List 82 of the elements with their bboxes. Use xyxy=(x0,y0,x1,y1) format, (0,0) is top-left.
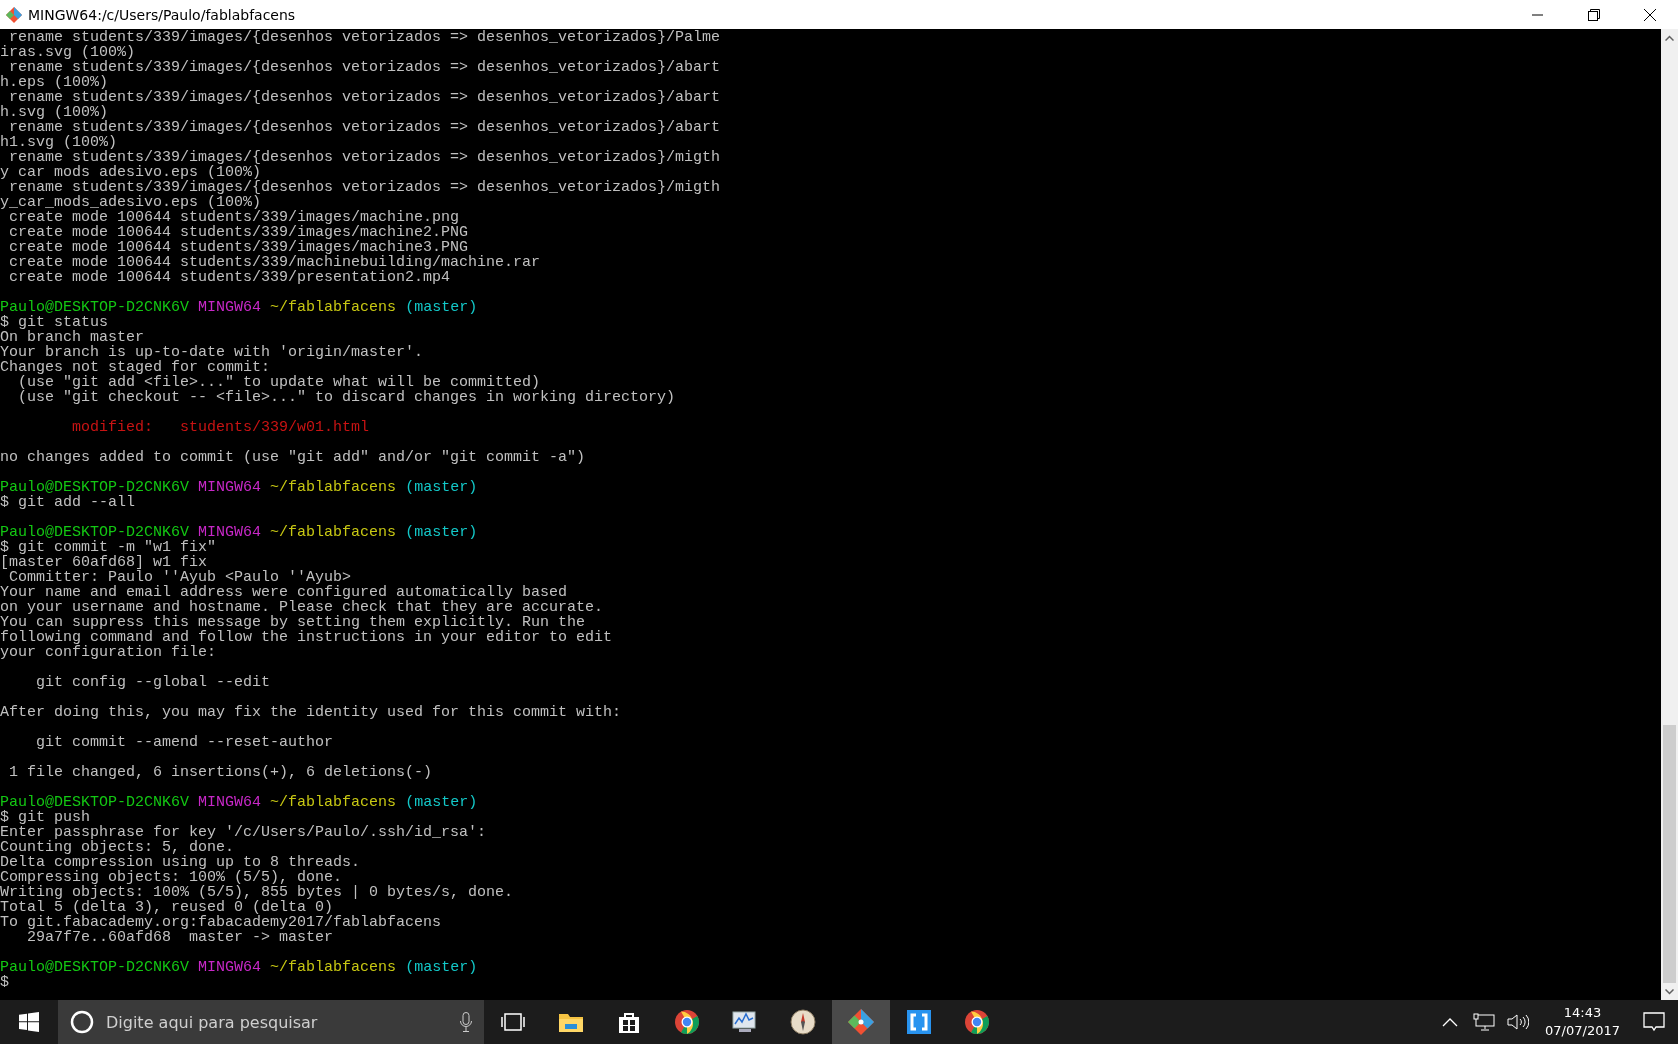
terminal-line: git commit --amend --reset-author xyxy=(35,735,335,750)
terminal-line: Your name and email address were configured automatically based xyxy=(0,585,569,600)
prompt-line: Paulo@DESKTOP-D2CNK6V MINGW64 ~/fablabfacens (master) xyxy=(0,960,479,975)
brackets-icon xyxy=(906,1009,932,1035)
terminal-line: rename students/339/images/{desenhos vetorizados => desenhos_vetorizados}/abart xyxy=(9,120,722,135)
terminal-line: Enter passphrase for key '/c/Users/Paulo/.ssh/id_rsa': xyxy=(0,825,488,840)
terminal-line: create mode 100644 students/339/presentation2.mp4 xyxy=(8,270,451,285)
terminal-line: on your username and hostname. Please check that they are accurate. xyxy=(0,600,605,615)
terminal-line: create mode 100644 students/339/machinebuilding/machine.rar xyxy=(8,255,542,270)
clock-date: 07/07/2017 xyxy=(1545,1022,1620,1040)
task-view-icon[interactable] xyxy=(501,1012,525,1032)
monitor-chart-icon xyxy=(731,1010,759,1034)
browser-icon xyxy=(674,1009,700,1035)
terminal-line: your configuration file: xyxy=(0,645,218,660)
terminal-line: no changes added to commit (use "git add" and/or "git commit -a") xyxy=(0,450,587,465)
close-icon xyxy=(1644,8,1656,21)
search-box[interactable]: Digite aqui para pesquisar xyxy=(58,1000,484,1044)
microphone-icon[interactable] xyxy=(460,1012,472,1032)
terminal-line: Delta compression using up to 8 threads. xyxy=(0,855,362,870)
modified-file-line: modified: students/339/w01.html xyxy=(71,420,371,435)
terminal-line: y car mods adesivo.eps (100%) xyxy=(0,165,262,180)
terminal-line: To git.fabacademy.org:fabacademy2017/fablabfacens xyxy=(0,915,443,930)
terminal-line: Committer: Paulo ''Ayub <Paulo ''Ayub> xyxy=(9,570,352,585)
windows-logo-icon[interactable] xyxy=(19,1012,39,1032)
terminal-line: [master 60afd68] w1 fix xyxy=(0,555,208,570)
terminal-line: y_car_mods_adesivo.eps (100%) xyxy=(0,195,262,210)
terminal-line: Compressing objects: 100% (5/5), done. xyxy=(0,870,344,885)
git-diamond-icon xyxy=(6,6,22,23)
terminal-line: On branch master xyxy=(0,330,145,345)
terminal-line: $ git add --all xyxy=(0,495,137,510)
terminal-line: $ xyxy=(0,975,10,990)
terminal-line: h.eps (100%) xyxy=(0,75,109,90)
scrollbar[interactable] xyxy=(1661,29,1678,1000)
terminal-line: Total 5 (delta 3), reused 0 (delta 0) xyxy=(0,900,334,915)
terminal-line: create mode 100644 students/339/images/machine2.PNG xyxy=(8,225,470,240)
prompt-line: Paulo@DESKTOP-D2CNK6V MINGW64 ~/fablabfacens (master) xyxy=(0,795,479,810)
terminal-line: following command and follow the instructions in your editor to edit xyxy=(0,630,614,645)
terminal-line: 1 file changed, 6 insertions(+), 6 deletions(-) xyxy=(8,765,434,780)
notifications-icon[interactable] xyxy=(1643,1012,1665,1032)
scroll-up-icon[interactable] xyxy=(1665,34,1674,41)
prompt-line: Paulo@DESKTOP-D2CNK6V MINGW64 ~/fablabfacens (master) xyxy=(0,300,479,315)
clock[interactable]: 14:43 07/07/2017 xyxy=(1535,1000,1630,1044)
git-diamond-icon xyxy=(847,1008,875,1036)
terminal-line: $ git commit -m "w1 fix" xyxy=(0,540,218,555)
terminal-line: $ git status xyxy=(0,315,110,330)
terminal-line: rename students/339/images/{desenhos vetorizados => desenhos_vetorizados}/migth xyxy=(8,150,722,165)
shopping-bag-icon xyxy=(617,1010,641,1034)
terminal-line: rename students/339/images/{desenhos vetorizados => desenhos_vetorizados}/migth xyxy=(9,180,722,195)
terminal-line: Your branch is up-to-date with 'origin/master'. xyxy=(0,345,425,360)
terminal-line: Changes not staged for commit: xyxy=(0,360,271,375)
terminal-line: Writing objects: 100% (5/5), 855 bytes | 0 bytes/s, done. xyxy=(0,885,515,900)
terminal-line: git config --global --edit xyxy=(35,675,272,690)
terminal-line: create mode 100644 students/339/images/machine.png xyxy=(9,210,460,225)
terminal-line: After doing this, you may fix the identity used for this commit with: xyxy=(0,705,623,720)
prompt-line: Paulo@DESKTOP-D2CNK6V MINGW64 ~/fablabfacens (master) xyxy=(0,480,479,495)
terminal-line: You can suppress this message by setting them explicitly. Run the xyxy=(0,615,586,630)
terminal-line: iras.svg (100%) xyxy=(0,45,136,60)
prompt-line: Paulo@DESKTOP-D2CNK6V MINGW64 ~/fablabfacens (master) xyxy=(0,525,479,540)
window-title: MINGW64:/c/Users/Paulo/fablabfacens xyxy=(28,6,297,23)
terminal-line: Counting objects: 5, done. xyxy=(0,840,236,855)
network-icon[interactable] xyxy=(1473,1013,1496,1031)
terminal-line: h.svg (100%) xyxy=(0,105,109,120)
terminal-line: rename students/339/images/{desenhos vetorizados => desenhos_vetorizados}/Palme xyxy=(9,30,722,45)
clock-time: 14:43 xyxy=(1563,1004,1602,1022)
terminal-line: (use "git checkout -- <file>..." to discard changes in working directory) xyxy=(17,390,677,405)
circle-icon xyxy=(70,1010,94,1034)
terminal-line: rename students/339/images/{desenhos vetorizados => desenhos_vetorizados}/abart xyxy=(9,90,722,105)
speaker-icon[interactable] xyxy=(1507,1013,1530,1031)
chevron-up-icon[interactable] xyxy=(1442,1017,1459,1027)
scroll-down-icon[interactable] xyxy=(1665,988,1674,995)
search-field[interactable]: Digite aqui para pesquisar xyxy=(104,1011,450,1033)
terminal-line: (use "git add <file>..." to update what will be committed) xyxy=(18,375,541,390)
browser-icon xyxy=(964,1009,990,1035)
terminal-line: $ git push xyxy=(0,810,90,825)
compass-icon xyxy=(790,1009,816,1035)
terminal-line: create mode 100644 students/339/images/machine3.PNG xyxy=(8,240,469,255)
terminal-line: rename students/339/images/{desenhos vetorizados => desenhos_vetorizados}/abart xyxy=(9,60,722,75)
folder-icon xyxy=(558,1011,584,1033)
restore-icon xyxy=(1588,8,1600,21)
terminal-line: 29a7f7e..60afd68 master -> master xyxy=(26,930,334,945)
terminal-line: h1.svg (100%) xyxy=(0,135,118,150)
scrollbar-thumb[interactable] xyxy=(1663,725,1676,983)
